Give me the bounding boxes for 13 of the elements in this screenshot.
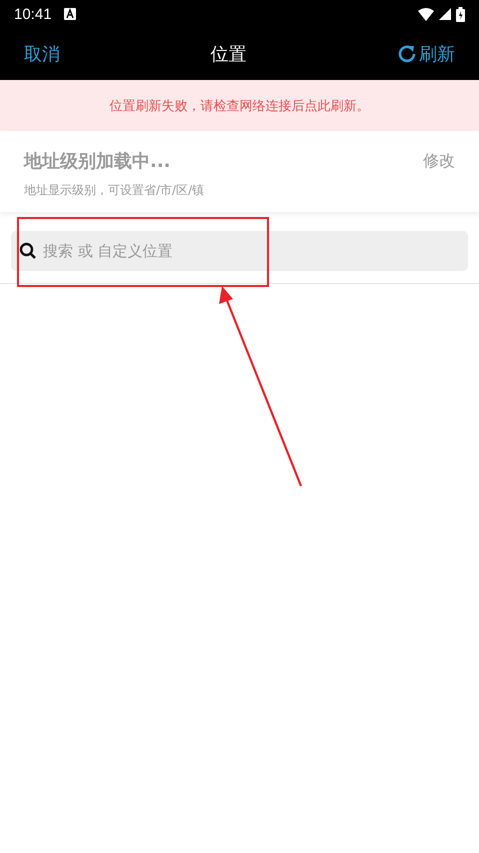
address-level-hint: 地址显示级别，可设置省/市/区/镇 xyxy=(24,182,206,199)
wifi-icon xyxy=(418,8,434,20)
refresh-button[interactable]: 刷新 xyxy=(397,42,455,66)
address-level-title: 地址级别加载中... xyxy=(24,150,172,173)
status-time: 10:41 xyxy=(14,6,52,22)
signal-icon xyxy=(439,8,451,20)
search-field[interactable]: 搜索 或 自定义位置 xyxy=(11,231,468,271)
battery-icon xyxy=(456,6,465,22)
notification-icon xyxy=(64,8,76,20)
refresh-icon xyxy=(397,44,417,64)
cancel-button[interactable]: 取消 xyxy=(24,42,60,66)
page-title: 位置 xyxy=(210,43,248,66)
search-icon xyxy=(19,242,37,260)
